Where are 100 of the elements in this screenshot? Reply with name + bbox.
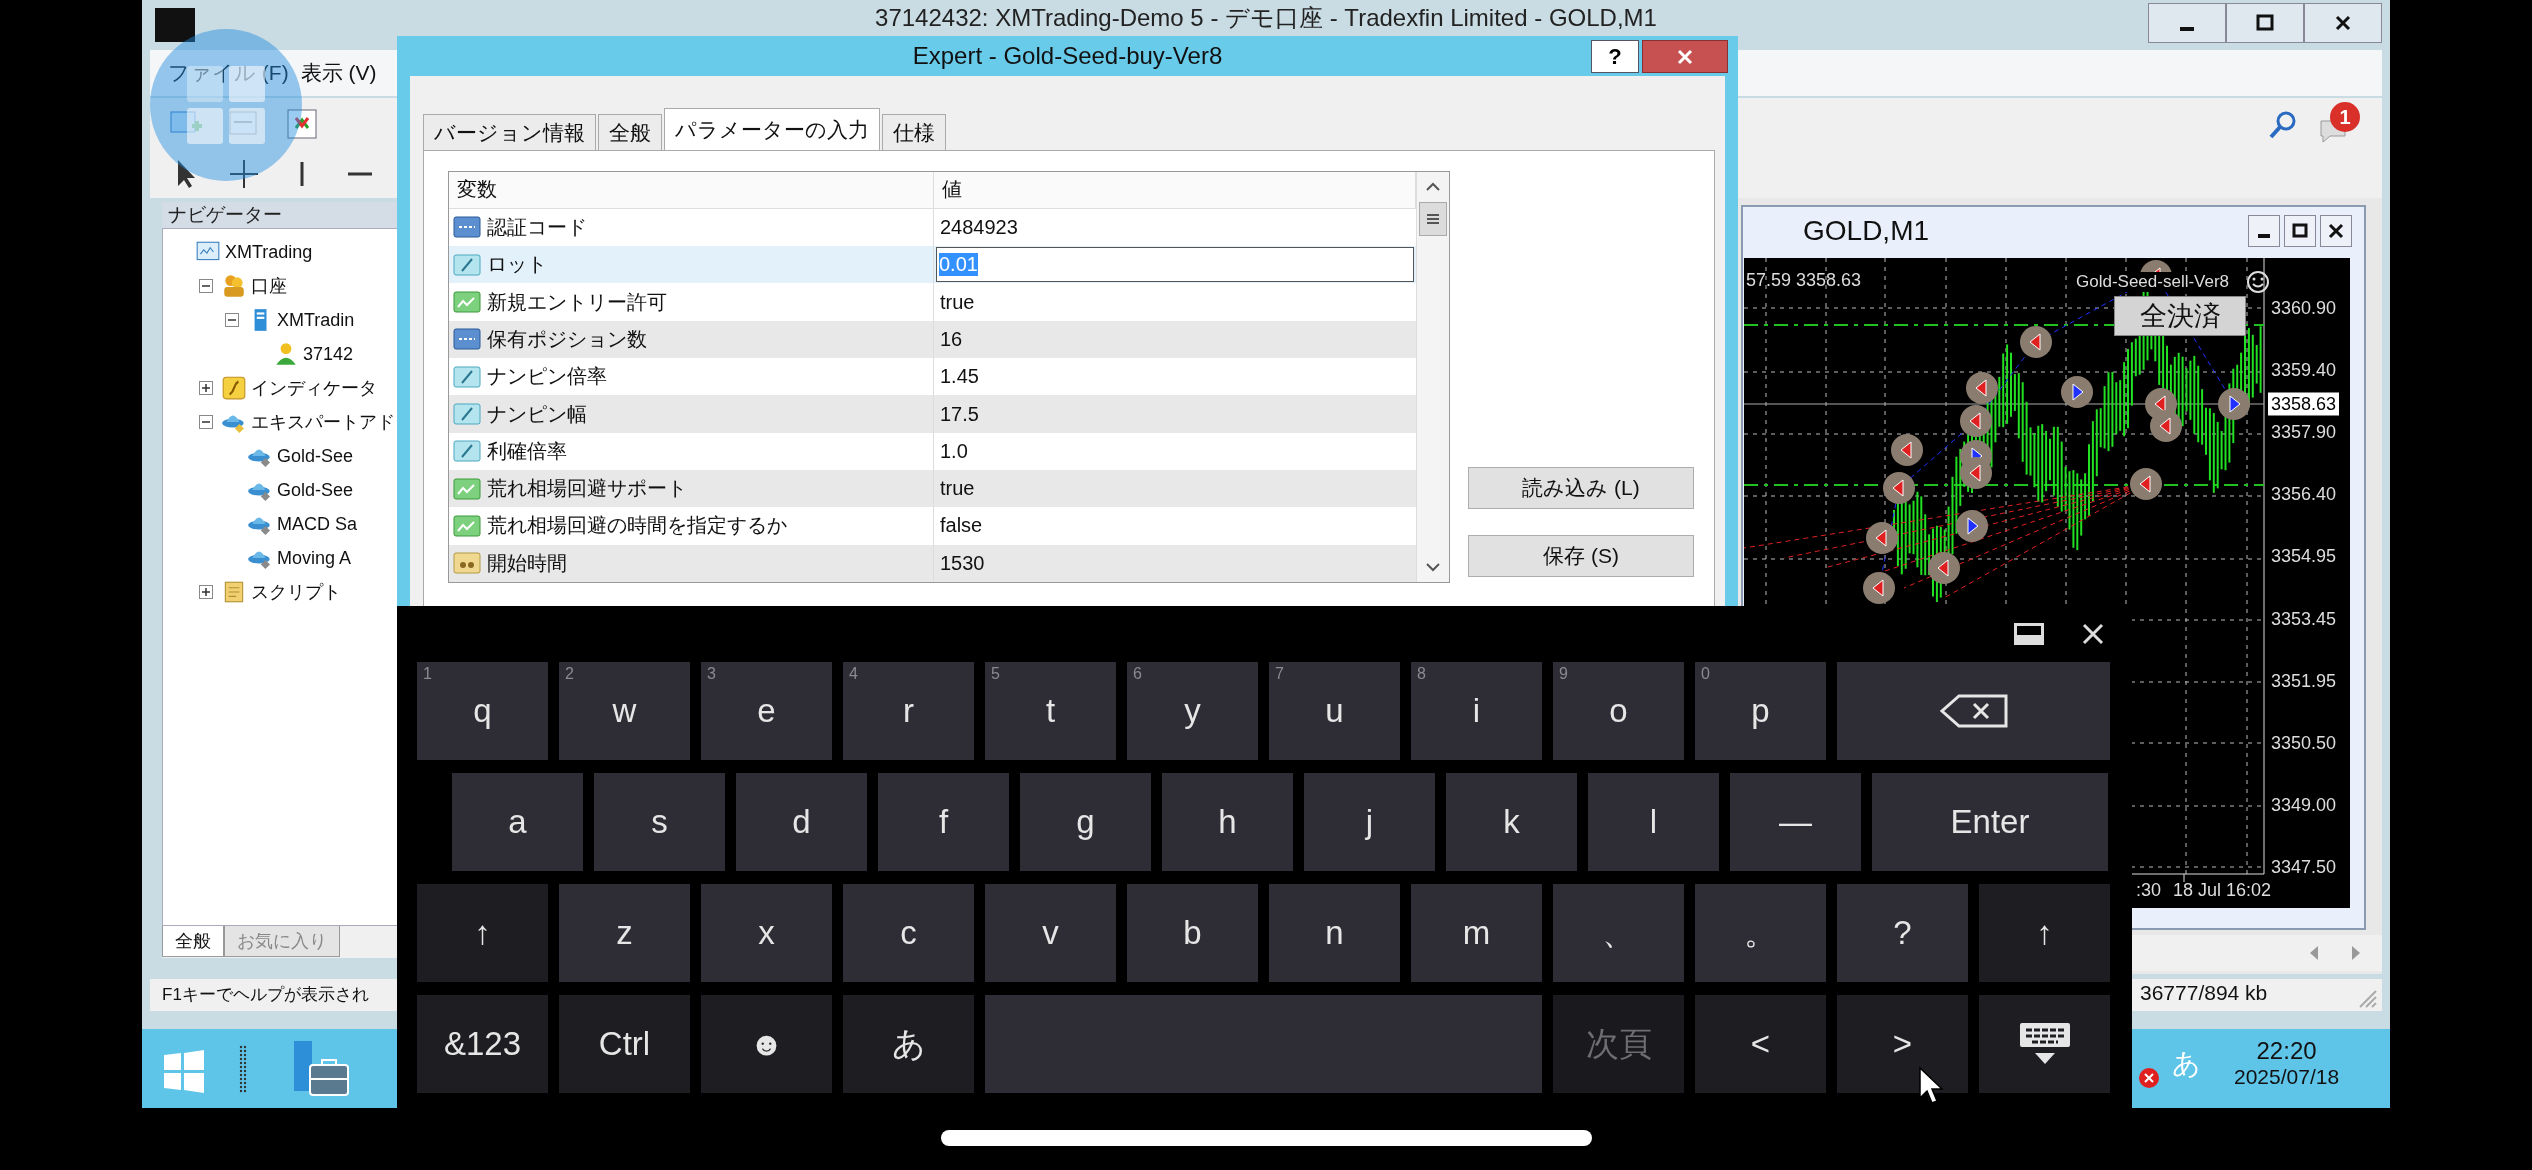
backspace-key[interactable] xyxy=(1837,662,2110,760)
menu-item[interactable]: 表示 (V) xyxy=(300,59,377,87)
keyboard-key[interactable]: d xyxy=(736,773,867,871)
keyboard-key[interactable]: 3 e xyxy=(701,662,832,760)
keyboard-key[interactable]: l xyxy=(1588,773,1719,871)
tree-item[interactable]: 口座 xyxy=(251,274,287,298)
taskbar-clock[interactable]: 22:20 2025/07/18 xyxy=(2234,1037,2340,1089)
parameter-row[interactable]: 荒れ相場回避の時間を指定するか false xyxy=(449,507,1416,545)
tree-item[interactable]: Gold-See xyxy=(277,445,354,467)
tree-item[interactable]: Moving A xyxy=(277,547,352,569)
keyboard-key[interactable]: a xyxy=(452,773,583,871)
market-watch-icon[interactable] xyxy=(284,106,320,142)
dialog-tab[interactable]: パラメーターの入力 xyxy=(664,108,880,150)
app-logo-icon xyxy=(155,8,195,42)
tree-item[interactable]: MACD Sa xyxy=(277,513,357,535)
close-all-button[interactable]: 全決済 xyxy=(2114,296,2246,336)
close-icon xyxy=(2082,623,2104,645)
keyboard-key[interactable]: 6 y xyxy=(1127,662,1258,760)
keyboard-key[interactable]: ☻ xyxy=(701,995,832,1093)
keyboard-key[interactable]: 1 q xyxy=(417,662,548,760)
close-button[interactable] xyxy=(2304,3,2382,43)
collapse-icon[interactable] xyxy=(225,313,239,327)
trade-marker xyxy=(1883,472,1915,504)
keyboard-key[interactable]: 4 r xyxy=(843,662,974,760)
dialog-tab[interactable]: バージョン情報 xyxy=(423,114,596,150)
keyboard-key[interactable]: z xyxy=(559,884,690,982)
collapse-icon[interactable] xyxy=(199,415,213,429)
keyboard-key[interactable]: g xyxy=(1020,773,1151,871)
tree-item[interactable]: エキスパートアド xyxy=(251,410,395,434)
navigator-tab[interactable]: 全般 xyxy=(162,926,224,957)
parameter-name: 認証コード xyxy=(487,215,587,240)
tree-item[interactable]: XMTrading xyxy=(225,241,313,263)
expand-icon[interactable] xyxy=(199,585,213,599)
scrollbar[interactable] xyxy=(1416,172,1449,582)
collapse-icon[interactable] xyxy=(199,279,213,293)
dialog-button[interactable]: 保存 (S) xyxy=(1468,535,1694,577)
keyboard-key[interactable]: v xyxy=(985,884,1116,982)
price-axis-label: 3354.95 xyxy=(2270,544,2338,568)
parameter-row[interactable]: 荒れ相場回避サポート true xyxy=(449,470,1416,508)
tree-item[interactable]: インディケータ xyxy=(251,376,377,400)
column-header[interactable]: 変数 xyxy=(449,172,934,208)
parameter-row[interactable]: 開始時間 1530 xyxy=(449,544,1416,582)
price-axis-label: 3357.90 xyxy=(2270,420,2338,444)
parameter-value-cell-text: true xyxy=(939,289,976,315)
parameter-row[interactable]: 保有ポジション数 16 xyxy=(449,320,1416,359)
enter-key[interactable]: Enter xyxy=(1872,773,2108,871)
keyboard-key[interactable]: 8 i xyxy=(1411,662,1542,760)
keyboard-key[interactable]: 7 u xyxy=(1269,662,1400,760)
scrollbar-thumb[interactable] xyxy=(1419,202,1447,236)
keyboard-key[interactable]: f xyxy=(878,773,1009,871)
parameter-row[interactable]: ロット 0.01 xyxy=(449,246,1416,284)
keyboard-key[interactable]: 5 t xyxy=(985,662,1116,760)
trade-marker xyxy=(2150,410,2182,442)
keyboard-key[interactable]: < xyxy=(1695,995,1826,1093)
keyboard-key[interactable]: 2 w xyxy=(559,662,690,760)
close-button[interactable] xyxy=(1642,40,1728,73)
expand-icon[interactable] xyxy=(199,381,213,395)
keyboard-key[interactable]: c xyxy=(843,884,974,982)
search-icon[interactable] xyxy=(2268,110,2298,140)
dialog-tab[interactable]: 仕様 xyxy=(882,114,946,150)
dialog-button[interactable]: 読み込み (L) xyxy=(1468,467,1694,509)
keyboard-key[interactable]: h xyxy=(1162,773,1293,871)
keyboard-key[interactable]: k xyxy=(1446,773,1577,871)
tree-item[interactable]: 37142 xyxy=(303,343,354,365)
close-button[interactable] xyxy=(2320,215,2352,247)
keyboard-key[interactable]: &123 xyxy=(417,995,548,1093)
parameter-name: ナンピン倍率 xyxy=(487,364,607,390)
price-quote: 57.59 3358.63 xyxy=(1746,270,1862,291)
shift-key[interactable]: ↑ xyxy=(417,884,548,982)
keyboard-key[interactable]: あ xyxy=(843,995,974,1093)
maximize-button[interactable] xyxy=(2226,3,2304,43)
keyboard-key[interactable]: b xyxy=(1127,884,1258,982)
keyboard-key[interactable]: x xyxy=(701,884,832,982)
keyboard-key[interactable]: ? xyxy=(1837,884,1968,982)
taskbar-gripper-icon xyxy=(239,1045,247,1095)
parameter-row[interactable]: 新規エントリー許可 true xyxy=(449,283,1416,321)
keyboard-key[interactable]: — xyxy=(1730,773,1861,871)
current-price-label: 3358.63 xyxy=(2268,392,2340,416)
keyboard-key[interactable]: 9 o xyxy=(1553,662,1684,760)
minimize-button[interactable] xyxy=(2248,215,2280,247)
keyboard-key[interactable]: > xyxy=(1837,995,1968,1093)
boolean-type-icon xyxy=(453,476,481,501)
keyboard-key[interactable]: m xyxy=(1411,884,1542,982)
keyboard-key[interactable]: 0 p xyxy=(1695,662,1826,760)
maximize-button[interactable] xyxy=(2284,215,2316,247)
keyboard-key[interactable]: s xyxy=(594,773,725,871)
help-button[interactable]: ? xyxy=(1591,40,1639,73)
parameter-row[interactable]: ナンピン幅 17.5 xyxy=(449,395,1416,433)
tree-item[interactable]: スクリプト xyxy=(251,580,341,604)
keyboard-key[interactable]: 。 xyxy=(1695,884,1826,982)
hide-keyboard-key[interactable] xyxy=(1979,995,2110,1093)
dialog-tab[interactable]: 全般 xyxy=(598,114,662,150)
shift-key[interactable]: ↑ xyxy=(1979,884,2110,982)
keyboard-key[interactable]: Ctrl xyxy=(559,995,690,1093)
keyboard-key[interactable]: n xyxy=(1269,884,1400,982)
trade-marker xyxy=(2020,326,2052,358)
keyboard-key[interactable]: 、 xyxy=(1553,884,1684,982)
tree-item[interactable]: XMTradin xyxy=(277,309,355,331)
tree-item[interactable]: Gold-See xyxy=(277,479,354,501)
keyboard-key[interactable]: j xyxy=(1304,773,1435,871)
